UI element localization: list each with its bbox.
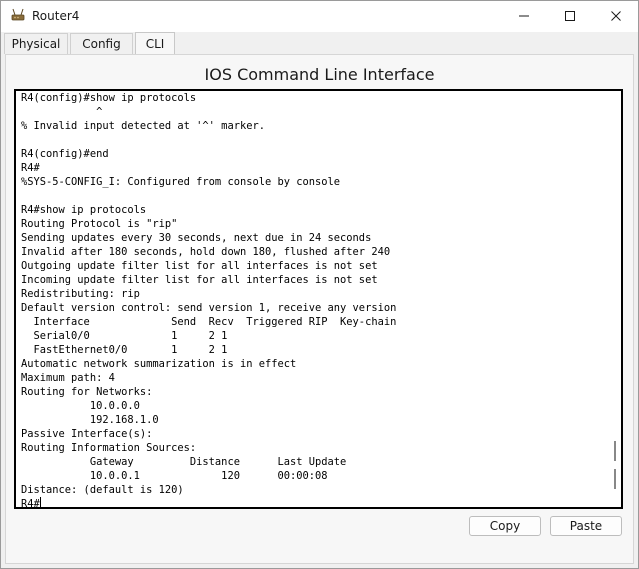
terminal-line: % Invalid input detected at '^' marker. (21, 120, 265, 132)
window-title: Router4 (32, 9, 80, 23)
copy-button[interactable]: Copy (469, 516, 541, 536)
paste-button[interactable]: Paste (550, 516, 622, 536)
terminal-line: Distance: (default is 120) (21, 484, 184, 496)
terminal-line: Routing Protocol is "rip" (21, 218, 178, 230)
terminal-line: 192.168.1.0 (21, 414, 159, 426)
terminal-line: Serial0/0 1 2 1 (21, 330, 228, 342)
terminal-line: Default version control: send version 1,… (21, 302, 397, 314)
scrollbar-segment (614, 441, 616, 461)
maximize-icon (564, 7, 576, 26)
router4-window: Router4 Physical Config CLI IOS Command … (0, 0, 639, 569)
terminal-line: Invalid after 180 seconds, hold down 180… (21, 246, 391, 258)
terminal-line: 10.0.0.0 (21, 400, 140, 412)
scrollbar-segment (614, 469, 616, 489)
terminal-line: Automatic network summarization is in ef… (21, 358, 297, 370)
minimize-icon (518, 7, 530, 26)
terminal-line: Passive Interface(s): (21, 428, 153, 440)
tab-bar: Physical Config CLI (1, 32, 638, 55)
tab-cli[interactable]: CLI (135, 32, 175, 55)
terminal-line: ^ (21, 106, 103, 118)
terminal-line: %SYS-5-CONFIG_I: Configured from console… (21, 176, 341, 188)
text-cursor (39, 497, 41, 507)
terminal-line: R4#show ip protocols (21, 204, 147, 216)
terminal-line: R4# (21, 162, 40, 174)
router-icon (10, 7, 26, 23)
terminal-line: Routing for Networks: (21, 386, 153, 398)
terminal-line: 10.0.0.1 120 00:00:08 (21, 470, 328, 482)
terminal-prompt: R4# (21, 498, 40, 509)
terminal-line: Incoming update filter list for all inte… (21, 274, 378, 286)
terminal-line: Sending updates every 30 seconds, next d… (21, 232, 372, 244)
close-button[interactable] (593, 1, 639, 32)
terminal-line: Outgoing update filter list for all inte… (21, 260, 378, 272)
terminal-line: FastEthernet0/0 1 2 1 (21, 344, 228, 356)
title-bar[interactable]: Router4 (1, 1, 638, 32)
tab-config[interactable]: Config (70, 33, 133, 54)
minimize-button[interactable] (501, 1, 547, 32)
tab-physical[interactable]: Physical (4, 33, 68, 54)
terminal-line: R4(config)#show ip protocols (21, 92, 197, 104)
terminal-line: R4(config)#end (21, 148, 109, 160)
maximize-button[interactable] (547, 1, 593, 32)
terminal-line: Maximum path: 4 (21, 372, 115, 384)
cli-terminal[interactable]: R4(config)#show ip protocols ^ % Invalid … (14, 89, 623, 509)
terminal-scrollbar[interactable] (614, 441, 617, 489)
terminal-line: Interface Send Recv Triggered RIP Key-ch… (21, 316, 397, 328)
cli-heading: IOS Command Line Interface (204, 65, 435, 84)
close-icon (610, 7, 622, 26)
terminal-line: Routing Information Sources: (21, 442, 197, 454)
terminal-line: Gateway Distance Last Update (21, 456, 347, 468)
terminal-line: Redistributing: rip (21, 288, 140, 300)
terminal-output: R4(config)#show ip protocols ^ % Invalid … (21, 91, 397, 509)
terminal-prompt-line[interactable]: R4# (21, 497, 396, 509)
